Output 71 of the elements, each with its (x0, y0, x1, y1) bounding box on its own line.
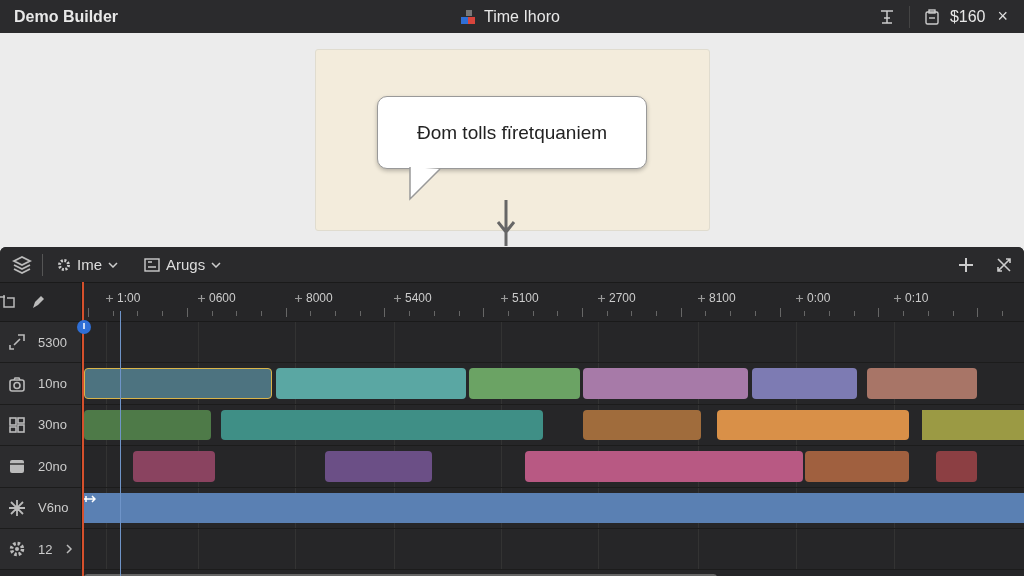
plus-icon (295, 295, 302, 302)
timeline-clip[interactable] (922, 409, 1024, 441)
clipboard-icon[interactable] (923, 8, 940, 25)
sparkle-icon (8, 498, 26, 517)
plus-icon (106, 295, 113, 302)
ruler-label: 0:10 (905, 291, 929, 305)
track-label: 20no (38, 458, 67, 474)
close-button[interactable]: × (995, 6, 1010, 27)
plus-icon (198, 295, 205, 302)
price-label: $160 (949, 7, 986, 26)
timeline-clip[interactable] (469, 368, 580, 399)
ruler-label: 5100 (512, 291, 539, 305)
shapes-icon (458, 8, 478, 25)
app-name: Demo Builder (14, 7, 118, 26)
timeline-clip[interactable] (805, 451, 909, 482)
track-label: 5300 (38, 334, 67, 350)
caret-icon (108, 261, 118, 268)
timeline-clip[interactable] (221, 409, 543, 441)
text-cursor-icon[interactable] (878, 8, 895, 25)
pen-icon[interactable] (30, 294, 46, 310)
ruler-label: 8100 (709, 291, 736, 305)
ruler-label: 8000 (306, 291, 333, 305)
grid-icon (8, 415, 26, 434)
gear-icon (8, 540, 26, 559)
track-label: V6no (38, 500, 69, 516)
caret-icon (211, 261, 222, 268)
panel-icon (144, 257, 160, 272)
timeline-clip[interactable] (84, 409, 211, 441)
ruler-label: 0:00 (807, 291, 831, 305)
down-arrow-icon (494, 200, 517, 246)
timeline-clip[interactable] (276, 368, 466, 399)
frame-icon[interactable] (0, 294, 16, 310)
plus-icon (698, 295, 705, 302)
timeline-clip[interactable] (752, 368, 857, 399)
shuffle-icon[interactable] (996, 256, 1012, 273)
timeline-clip[interactable] (133, 451, 215, 482)
toolbar-dropdown[interactable]: Ime (53, 254, 122, 275)
track-label: 30no (38, 417, 67, 433)
plus-icon (394, 295, 401, 302)
track-label: 10no (38, 376, 67, 392)
ruler-label: 1:00 (117, 291, 141, 305)
playhead-handle-icon[interactable] (77, 320, 91, 334)
timeline-clip[interactable] (583, 368, 748, 399)
ruler-label: 2700 (609, 291, 636, 305)
plus-icon (796, 295, 803, 302)
arrow-icon (84, 494, 96, 504)
plus-icon (894, 295, 901, 302)
plus-icon[interactable] (958, 256, 974, 273)
toolbar-dropdown[interactable]: Arugs (140, 254, 226, 275)
layers-icon[interactable] (12, 255, 32, 274)
box-icon (8, 457, 26, 476)
speech-bubble[interactable]: Đom tolls fïretquaniem (377, 96, 647, 169)
plus-icon (598, 295, 605, 302)
timeline-clip[interactable] (936, 451, 977, 482)
plus-icon (501, 295, 508, 302)
timeline-clip[interactable] (84, 492, 1024, 523)
ruler-label: 5400 (405, 291, 432, 305)
ruler-label: 0600 (209, 291, 236, 305)
timeline-clip[interactable] (717, 409, 909, 441)
timeline-clip[interactable] (325, 451, 432, 482)
timeline-clip[interactable] (583, 409, 701, 441)
camera-icon (8, 374, 26, 393)
timeline-clip[interactable] (84, 368, 272, 399)
timeline-clip[interactable] (867, 368, 977, 399)
gear-icon (57, 257, 71, 272)
crop-icon (8, 333, 26, 352)
track-label: 12 (38, 541, 53, 557)
timeline-clip[interactable] (525, 451, 803, 482)
document-title: Time Ihoro (484, 7, 560, 26)
callout-text: Đom tolls fïretquaniem (416, 121, 608, 144)
chevron-icon[interactable] (64, 543, 75, 556)
